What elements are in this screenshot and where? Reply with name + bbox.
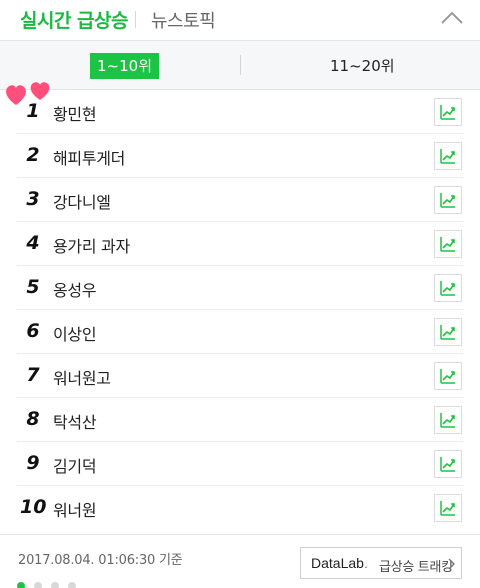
rank-number: 3: [26, 188, 40, 210]
rank-range-tabs: 1~10위 11~20위: [0, 40, 480, 90]
rank-row[interactable]: 4 용가리 과자: [0, 222, 480, 266]
trend-button[interactable]: [434, 274, 462, 302]
page-dot-3[interactable]: [51, 582, 59, 588]
page-dot-4[interactable]: [68, 582, 76, 588]
trend-button[interactable]: [434, 362, 462, 390]
trend-button[interactable]: [434, 230, 462, 258]
range-tab-1-10[interactable]: 1~10위: [90, 53, 159, 79]
ranking-header: 실시간 급상승 뉴스토픽: [0, 0, 480, 40]
trend-button[interactable]: [434, 494, 462, 522]
rank-number: 5: [26, 276, 40, 298]
datalab-trend-button[interactable]: DataLab. 급상승 트래킹: [300, 547, 462, 579]
rank-number: 8: [26, 408, 40, 430]
trend-chart-icon: [440, 193, 455, 208]
rank-row[interactable]: 8 탁석산: [0, 398, 480, 442]
trend-chart-icon: [440, 237, 455, 252]
rank-number: 7: [26, 364, 40, 386]
trend-button[interactable]: [434, 98, 462, 126]
rank-row[interactable]: 2 해피투게더: [0, 134, 480, 178]
hearts-icon: [6, 82, 50, 105]
tab-news-topic[interactable]: 뉴스토픽: [151, 7, 216, 33]
trend-chart-icon: [440, 325, 455, 340]
trend-chart-icon: [440, 281, 455, 296]
trend-chart-icon: [440, 149, 455, 164]
rank-keyword[interactable]: 해피투게더: [53, 145, 125, 169]
rank-number: 4: [26, 232, 40, 254]
datalab-label: 급상승 트래킹: [379, 560, 453, 575]
trend-button[interactable]: [434, 406, 462, 434]
range-divider: [240, 55, 241, 75]
range-tab-11-20[interactable]: 11~20위: [330, 53, 395, 79]
rank-keyword[interactable]: 옹성우: [53, 277, 97, 301]
rank-keyword[interactable]: 탁석산: [53, 409, 97, 433]
rank-number: 10: [20, 496, 47, 518]
datalab-brand-text: DataLab: [311, 555, 364, 571]
rank-keyword[interactable]: 워너원고: [53, 365, 111, 389]
trend-chart-icon: [440, 457, 455, 472]
trend-button[interactable]: [434, 450, 462, 478]
rank-number: 2: [26, 144, 40, 166]
trend-button[interactable]: [434, 142, 462, 170]
trend-button[interactable]: [434, 318, 462, 346]
timestamp: 2017.08.04. 01:06:30 기준: [18, 553, 183, 568]
page-dot-2[interactable]: [34, 582, 42, 588]
rank-list: 1 황민현 2 해피투게더 3 강다니엘 4 용가리 과자 5 옹성우 6 이상…: [0, 90, 480, 530]
page-dot-1[interactable]: [17, 582, 25, 588]
trend-chart-icon: [440, 105, 455, 120]
rank-row[interactable]: 6 이상인: [0, 310, 480, 354]
ranking-footer: 2017.08.04. 01:06:30 기준 DataLab. 급상승 트래킹: [0, 534, 480, 588]
rank-number: 9: [26, 452, 40, 474]
rank-row[interactable]: 3 강다니엘: [0, 178, 480, 222]
rank-row[interactable]: 7 워너원고: [0, 354, 480, 398]
chevron-up-icon: [441, 11, 463, 24]
collapse-button[interactable]: [437, 5, 467, 31]
trend-chart-icon: [440, 369, 455, 384]
rank-row[interactable]: 5 옹성우: [0, 266, 480, 310]
trend-chart-icon: [440, 501, 455, 516]
pagination-dots: [17, 575, 85, 588]
chevron-right-icon: [448, 558, 455, 570]
rank-keyword[interactable]: 황민현: [53, 101, 97, 125]
tab-realtime-rising[interactable]: 실시간 급상승: [20, 6, 129, 33]
rank-row[interactable]: 1 황민현: [0, 90, 480, 134]
rank-keyword[interactable]: 워너원: [53, 497, 97, 521]
header-divider: [135, 11, 136, 28]
datalab-brand: DataLab.: [311, 555, 368, 571]
datalab-brand-dot: .: [363, 555, 368, 571]
rank-keyword[interactable]: 용가리 과자: [53, 233, 130, 257]
rank-keyword[interactable]: 강다니엘: [53, 189, 111, 213]
rank-row[interactable]: 9 김기덕: [0, 442, 480, 486]
trend-button[interactable]: [434, 186, 462, 214]
rank-row[interactable]: 10 워너원: [0, 486, 480, 530]
rank-keyword[interactable]: 이상인: [53, 321, 97, 345]
rank-keyword[interactable]: 김기덕: [53, 453, 97, 477]
rank-number: 6: [26, 320, 40, 342]
trend-chart-icon: [440, 413, 455, 428]
